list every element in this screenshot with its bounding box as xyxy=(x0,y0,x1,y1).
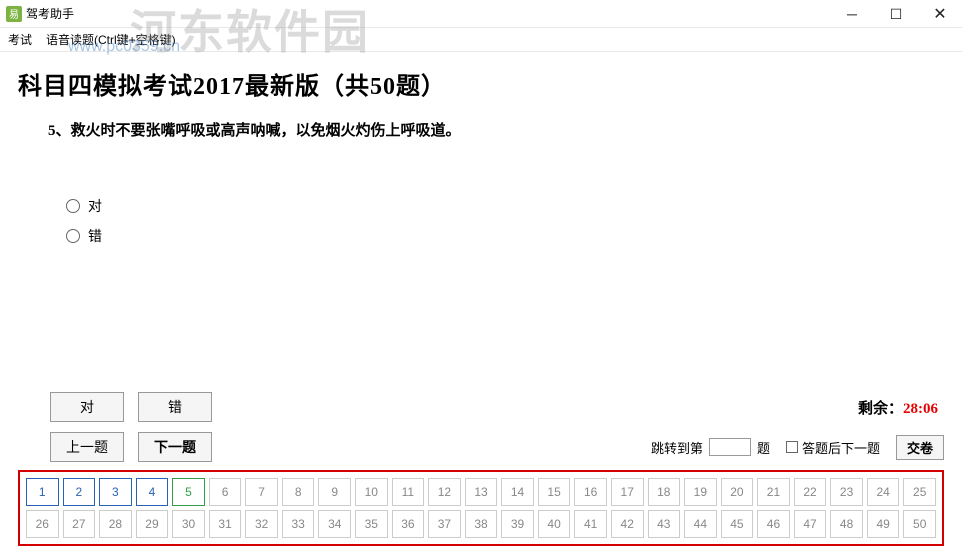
timer-value: 28:06 xyxy=(903,401,938,417)
question-cell-18[interactable]: 18 xyxy=(648,478,681,506)
option-false[interactable]: 错 xyxy=(66,226,944,246)
question-cell-49[interactable]: 49 xyxy=(867,510,900,538)
app-icon: 易 xyxy=(6,6,22,22)
question-number: 5、 xyxy=(48,123,71,139)
radio-icon xyxy=(66,199,80,213)
option-label: 错 xyxy=(88,226,102,246)
question-cell-14[interactable]: 14 xyxy=(501,478,534,506)
question-cell-16[interactable]: 16 xyxy=(574,478,607,506)
question-cell-5[interactable]: 5 xyxy=(172,478,205,506)
question-cell-15[interactable]: 15 xyxy=(538,478,571,506)
question-cell-8[interactable]: 8 xyxy=(282,478,315,506)
question-cell-6[interactable]: 6 xyxy=(209,478,242,506)
question-cell-35[interactable]: 35 xyxy=(355,510,388,538)
question-cell-31[interactable]: 31 xyxy=(209,510,242,538)
question-cell-30[interactable]: 30 xyxy=(172,510,205,538)
question-cell-17[interactable]: 17 xyxy=(611,478,644,506)
question-cell-40[interactable]: 40 xyxy=(538,510,571,538)
jump-input[interactable] xyxy=(709,438,751,456)
question-cell-34[interactable]: 34 xyxy=(318,510,351,538)
content-area: 科目四模拟考试2017最新版（共50题） 5、救火时不要张嘴呼吸或高声呐喊，以免… xyxy=(0,52,962,246)
answer-buttons-row: 对 错 剩余：28:06 xyxy=(50,392,944,422)
answer-true-button[interactable]: 对 xyxy=(50,392,124,422)
question-cell-32[interactable]: 32 xyxy=(245,510,278,538)
question-cell-27[interactable]: 27 xyxy=(63,510,96,538)
auto-next-label: 答题后下一题 xyxy=(802,438,880,457)
window-controls: ─ ☐ ✕ xyxy=(830,0,962,28)
bottom-panel: 对 错 剩余：28:06 上一题 下一题 跳转到第 题 答题后下一题 交卷 12… xyxy=(18,392,944,546)
auto-next-checkbox[interactable]: 答题后下一题 xyxy=(786,438,880,457)
question-cell-23[interactable]: 23 xyxy=(830,478,863,506)
menu-voice[interactable]: 语音读题(Ctrl键+空格键) xyxy=(46,31,176,48)
question-cell-4[interactable]: 4 xyxy=(136,478,169,506)
question-cell-26[interactable]: 26 xyxy=(26,510,59,538)
question-cell-29[interactable]: 29 xyxy=(136,510,169,538)
timer-label: 剩余： xyxy=(858,401,903,417)
question-cell-36[interactable]: 36 xyxy=(392,510,425,538)
nav-buttons-row: 上一题 下一题 跳转到第 题 答题后下一题 交卷 xyxy=(50,432,944,462)
question-cell-41[interactable]: 41 xyxy=(574,510,607,538)
timer: 剩余：28:06 xyxy=(858,397,938,418)
question-cell-44[interactable]: 44 xyxy=(684,510,717,538)
close-button[interactable]: ✕ xyxy=(918,0,962,28)
question-cell-12[interactable]: 12 xyxy=(428,478,461,506)
question-cell-28[interactable]: 28 xyxy=(99,510,132,538)
question-body: 救火时不要张嘴呼吸或高声呐喊，以免烟火灼伤上呼吸道。 xyxy=(71,123,461,139)
question-cell-25[interactable]: 25 xyxy=(903,478,936,506)
question-cell-48[interactable]: 48 xyxy=(830,510,863,538)
titlebar: 易 驾考助手 ─ ☐ ✕ xyxy=(0,0,962,28)
question-cell-1[interactable]: 1 xyxy=(26,478,59,506)
jump-controls: 跳转到第 题 答题后下一题 交卷 xyxy=(651,435,944,460)
question-cell-39[interactable]: 39 xyxy=(501,510,534,538)
question-cell-13[interactable]: 13 xyxy=(465,478,498,506)
jump-label-1: 跳转到第 xyxy=(651,438,703,457)
checkbox-icon xyxy=(786,441,798,453)
option-label: 对 xyxy=(88,196,102,216)
question-cell-7[interactable]: 7 xyxy=(245,478,278,506)
window-title: 驾考助手 xyxy=(26,5,74,22)
question-cell-3[interactable]: 3 xyxy=(99,478,132,506)
question-text: 5、救火时不要张嘴呼吸或高声呐喊，以免烟火灼伤上呼吸道。 xyxy=(48,119,944,140)
question-cell-9[interactable]: 9 xyxy=(318,478,351,506)
radio-icon xyxy=(66,229,80,243)
exam-title: 科目四模拟考试2017最新版（共50题） xyxy=(18,66,944,101)
prev-button[interactable]: 上一题 xyxy=(50,432,124,462)
question-cell-19[interactable]: 19 xyxy=(684,478,717,506)
question-cell-10[interactable]: 10 xyxy=(355,478,388,506)
question-cell-45[interactable]: 45 xyxy=(721,510,754,538)
question-cell-37[interactable]: 37 xyxy=(428,510,461,538)
question-cell-33[interactable]: 33 xyxy=(282,510,315,538)
question-cell-21[interactable]: 21 xyxy=(757,478,790,506)
next-button[interactable]: 下一题 xyxy=(138,432,212,462)
question-cell-43[interactable]: 43 xyxy=(648,510,681,538)
question-cell-24[interactable]: 24 xyxy=(867,478,900,506)
maximize-button[interactable]: ☐ xyxy=(874,0,918,28)
question-grid-wrap: 1234567891011121314151617181920212223242… xyxy=(18,470,944,546)
question-grid: 1234567891011121314151617181920212223242… xyxy=(26,478,936,538)
jump-label-2: 题 xyxy=(757,438,770,457)
submit-button[interactable]: 交卷 xyxy=(896,435,944,460)
question-cell-47[interactable]: 47 xyxy=(794,510,827,538)
menubar: 考试 语音读题(Ctrl键+空格键) xyxy=(0,28,962,52)
menu-exam[interactable]: 考试 xyxy=(8,31,32,48)
question-cell-20[interactable]: 20 xyxy=(721,478,754,506)
question-cell-2[interactable]: 2 xyxy=(63,478,96,506)
minimize-button[interactable]: ─ xyxy=(830,0,874,28)
question-cell-42[interactable]: 42 xyxy=(611,510,644,538)
question-cell-38[interactable]: 38 xyxy=(465,510,498,538)
question-cell-11[interactable]: 11 xyxy=(392,478,425,506)
question-cell-50[interactable]: 50 xyxy=(903,510,936,538)
question-cell-46[interactable]: 46 xyxy=(757,510,790,538)
options-group: 对 错 xyxy=(66,196,944,246)
option-true[interactable]: 对 xyxy=(66,196,944,216)
question-cell-22[interactable]: 22 xyxy=(794,478,827,506)
answer-false-button[interactable]: 错 xyxy=(138,392,212,422)
